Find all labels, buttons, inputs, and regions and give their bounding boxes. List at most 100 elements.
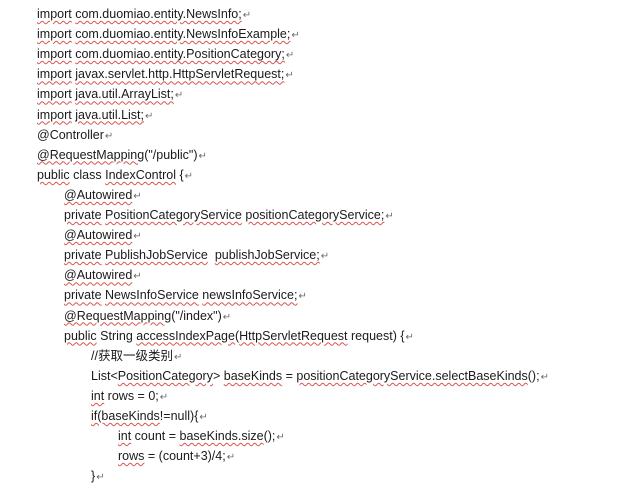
spellcheck-token: com.duomiao.entity.NewsInfoExample; [75,27,291,42]
code-line: import java.util.ArrayList;↵ [37,84,183,104]
code-document: import com.duomiao.entity.NewsInfo;↵ impo… [0,0,633,492]
code-line: public String accessIndexPage(HttpServle… [64,326,414,346]
code-line: import java.util.List;↵ [37,105,153,125]
paragraph-mark-icon: ↵ [104,130,114,142]
spellcheck-token: import [37,87,72,102]
paragraph-mark-icon: ↵ [298,291,307,303]
paragraph-mark-icon: ↵ [285,50,295,62]
spellcheck-token: baseKinds [223,368,283,383]
code-text: request) { [347,328,405,343]
code-line: @Autowired↵ [64,265,142,285]
code-line: @RequestMapping("/public")↵ [37,145,207,165]
spellcheck-token: private [64,248,102,263]
paragraph-mark-icon: ↵ [385,211,394,222]
code-line: int count = baseKinds.size();↵ [118,426,285,446]
spellcheck-token: NewsInfoService [105,288,199,303]
code-line: rows = (count+3)/4;↵ [118,446,235,466]
spellcheck-token: import [37,107,72,122]
spellcheck-token: publishJobService; [214,248,320,263]
code-text: ("/public") [144,147,198,162]
spellcheck-token: rows [118,449,145,464]
spellcheck-token: IndexControl [105,167,176,182]
code-text: @Controller [37,127,104,142]
spellcheck-token: import [37,7,72,21]
spellcheck-token: @RequestMapping [64,308,172,323]
code-line: if(baseKinds!=null){↵ [91,406,208,426]
spellcheck-token: java.util.ArrayList; [75,87,174,102]
spellcheck-token: import [37,47,72,62]
spellcheck-token: private [64,208,102,222]
spellcheck-token: PublishJobService [105,248,208,263]
code-text: ("/index") [171,308,222,323]
paragraph-mark-icon: ↵ [173,351,183,363]
code-text: String [96,328,137,343]
code-text: = (count+3)/4; [144,449,226,464]
code-text: (); [527,368,540,383]
spellcheck-token: public [64,328,97,343]
paragraph-mark-icon: ↵ [133,231,142,243]
spellcheck-token: private [64,288,102,303]
spellcheck-token: int [91,388,105,403]
code-text: } [91,469,96,484]
paragraph-mark-icon: ↵ [540,371,549,383]
paragraph-mark-icon: ↵ [199,412,208,423]
code-text: { [175,167,184,182]
paragraph-mark-icon: ↵ [291,30,300,42]
code-line: }↵ [91,466,105,486]
code-text: count = [131,429,180,444]
paragraph-mark-icon: ↵ [226,452,236,464]
code-text: //获取一级类别 [91,348,173,363]
spellcheck-token: com.duomiao.entity.PositionCategory; [75,47,285,62]
code-line: private NewsInfoService newsInfoService;… [64,285,307,305]
spellcheck-token: baseKinds.size [179,429,264,444]
spellcheck-token: newsInfoService; [202,288,298,303]
code-line: import com.duomiao.entity.PositionCatego… [37,44,294,64]
paragraph-mark-icon: ↵ [285,70,294,82]
spellcheck-token: java.util.List; [75,107,144,122]
code-text: class [69,167,106,182]
code-line: @Autowired↵ [64,225,142,245]
spellcheck-token: positionCategoryService; [245,208,385,222]
paragraph-mark-icon: ↵ [96,472,105,484]
spellcheck-token: import [37,27,72,42]
spellcheck-token: accessIndexPage [136,328,235,343]
spellcheck-token: @Autowired [64,268,133,283]
code-line: private PositionCategoryService position… [64,205,394,225]
spellcheck-token: @Autowired [64,228,133,243]
code-line: List<PositionCategory> baseKinds = posit… [91,366,549,386]
code-text: > [212,368,224,383]
code-text: List< [91,368,118,383]
paragraph-mark-icon: ↵ [174,90,184,102]
code-text: rows = 0; [104,388,159,403]
paragraph-mark-icon: ↵ [159,391,169,403]
code-line: int rows = 0;↵ [91,386,168,406]
code-line: import javax.servlet.http.HttpServletReq… [37,64,294,84]
spellcheck-token: @Autowired [64,187,133,202]
code-text: !=null){ [159,409,199,423]
paragraph-mark-icon: ↵ [133,190,142,202]
paragraph-mark-icon: ↵ [145,110,154,122]
code-line: import com.duomiao.entity.NewsInfoExampl… [37,24,300,44]
code-line: //获取一级类别↵ [91,346,182,366]
spellcheck-token: PositionCategoryService [105,208,242,222]
spellcheck-token: com.duomiao.entity.NewsInfo; [75,7,242,21]
paragraph-mark-icon: ↵ [198,150,207,162]
code-line: @Controller↵ [37,125,113,145]
spellcheck-token: if(baseKinds [91,409,160,423]
paragraph-mark-icon: ↵ [320,251,330,263]
spellcheck-token: positionCategoryService.selectBaseKinds [296,368,528,383]
code-line: private PublishJobService publishJobServ… [64,245,329,265]
spellcheck-token: @RequestMapping [37,147,145,162]
code-line: public class IndexControl {↵ [37,165,193,185]
code-line: import com.duomiao.entity.NewsInfo;↵ [37,4,251,24]
code-line: @Autowired↵ [64,185,142,205]
spellcheck-token: PositionCategory [117,368,213,383]
paragraph-mark-icon: ↵ [276,432,285,444]
paragraph-mark-icon: ↵ [405,331,414,343]
paragraph-mark-icon: ↵ [242,10,252,21]
paragraph-mark-icon: ↵ [184,170,194,182]
spellcheck-token: import [37,67,72,82]
code-text: = [282,368,297,383]
paragraph-mark-icon: ↵ [133,271,142,283]
